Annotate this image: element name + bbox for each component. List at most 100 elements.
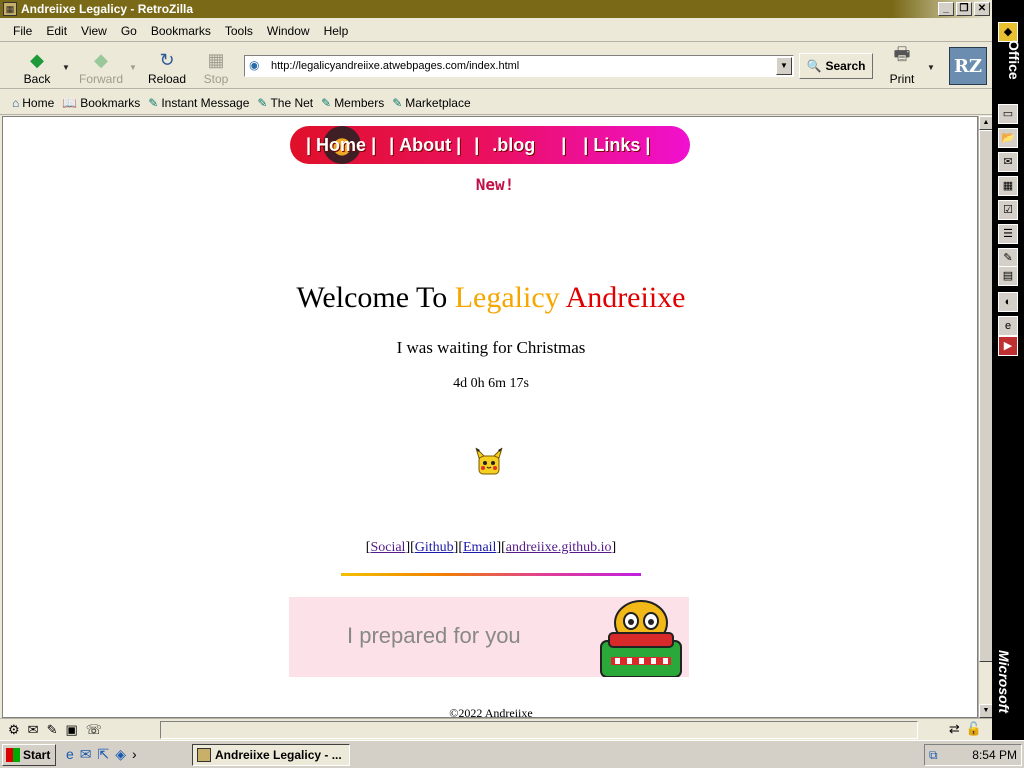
bookmark-members-label: Members [334, 95, 385, 110]
nav-home-link[interactable]: Home [316, 135, 366, 156]
scroll-thumb[interactable] [979, 130, 993, 662]
banner-text: I prepared for you [347, 623, 521, 648]
office-label: Office [1006, 40, 1022, 80]
search-button[interactable]: 🔍 Search [799, 53, 873, 79]
bookmark-icon: ✎ [392, 95, 403, 110]
online-status-icon[interactable]: ⇄ [949, 721, 960, 737]
bookmark-instant-message[interactable]: ✎ Instant Message [148, 96, 249, 110]
media-icon[interactable]: ▶ [998, 336, 1018, 356]
back-button[interactable]: ◆ Back [14, 46, 60, 86]
scroll-down-icon[interactable]: ▼ [979, 704, 993, 718]
bookmark-icon: ✎ [148, 95, 159, 110]
channels-icon[interactable]: ◈ [115, 746, 126, 763]
bookmark-home-label: Home [22, 95, 55, 110]
menu-file[interactable]: File [6, 24, 39, 38]
stop-button[interactable]: ▦ Stop [193, 46, 239, 86]
github-link[interactable]: Github [415, 540, 454, 555]
new-task-icon[interactable]: ☑ [998, 200, 1018, 220]
page-content: | Home | | About | | .blog | | Links | N… [2, 116, 978, 718]
security-lock-icon[interactable]: 🔓 [966, 721, 982, 737]
bookmarks-icon: 📖 [62, 95, 78, 110]
nav-links-link[interactable]: Links [593, 135, 640, 156]
christmas-banner[interactable]: I prepared for you [289, 597, 689, 677]
scroll-up-icon[interactable]: ▲ [979, 116, 993, 130]
url-dropdown-icon[interactable]: ▼ [776, 57, 792, 75]
welcome-text: Welcome To [296, 281, 448, 314]
reload-button[interactable]: ↻ Reload [144, 46, 190, 86]
address-book-icon[interactable]: ▣ [65, 722, 77, 738]
menu-go[interactable]: Go [114, 24, 144, 38]
menu-edit[interactable]: Edit [39, 24, 74, 38]
bookmark-instant-message-label: Instant Message [161, 95, 250, 110]
andreiixe-github-io-link[interactable]: andreiixe.github.io [506, 540, 612, 555]
search-label: Search [825, 59, 866, 73]
open-office-document-icon[interactable]: 📂 [998, 128, 1018, 148]
taskbar-window-button[interactable]: Andreiixe Legalicy - ... [192, 744, 350, 766]
new-badge: New! [475, 175, 515, 194]
bookmark-bookmarks-label: Bookmarks [80, 95, 141, 110]
bookmark-home[interactable]: ⌂ Home [12, 96, 54, 110]
quick-launch-more-icon[interactable]: › [132, 746, 137, 763]
menu-help[interactable]: Help [317, 24, 356, 38]
show-desktop-icon[interactable]: ⇱ [98, 746, 110, 763]
new-note-icon[interactable]: ▤ [998, 266, 1018, 286]
welcome-andreiixe: Andreiixe [565, 281, 686, 314]
navigator-icon[interactable]: ⚙ [8, 722, 20, 738]
bookmark-the-net-label: The Net [270, 95, 314, 110]
new-journal-icon[interactable]: ✎ [998, 248, 1018, 268]
christmas-countdown: 4d 0h 6m 17s [453, 376, 529, 391]
internet-explorer-icon[interactable]: e [66, 746, 74, 763]
app-icon [197, 748, 211, 762]
new-appointment-icon[interactable]: ▦ [998, 176, 1018, 196]
start-button[interactable]: Start [2, 744, 56, 766]
print-dropdown-icon[interactable]: ▼ [927, 63, 935, 72]
url-bar[interactable]: ◉ ▼ [244, 55, 794, 77]
minimize-button[interactable]: _ [938, 2, 954, 16]
new-office-document-icon[interactable]: ▭ [998, 104, 1018, 124]
social-link[interactable]: Social [370, 540, 405, 555]
url-input[interactable] [271, 60, 771, 72]
rainbow-divider [341, 573, 641, 576]
taskbar-window-label: Andreiixe Legalicy - ... [215, 748, 342, 762]
new-message-icon[interactable]: ✉ [998, 152, 1018, 172]
printer-icon: 🖶 [893, 44, 911, 64]
mail-icon[interactable]: ✉ [28, 722, 39, 738]
restore-button[interactable]: ❐ [956, 2, 972, 16]
menu-window[interactable]: Window [260, 24, 317, 38]
outlook-express-icon[interactable]: ✉ [80, 746, 92, 763]
nav-separator: | [389, 134, 395, 155]
bookmark-bookmarks[interactable]: 📖 Bookmarks [62, 96, 140, 110]
back-dropdown-icon[interactable]: ▼ [62, 63, 70, 72]
nav-separator: | [371, 134, 377, 155]
bookmark-icon: ✎ [321, 95, 332, 110]
print-button[interactable]: 🖶 Print [884, 44, 920, 86]
forward-button[interactable]: ◆ Forward [78, 46, 124, 86]
microsoft-label: Microsoft [996, 650, 1012, 713]
new-contact-icon[interactable]: ☰ [998, 224, 1018, 244]
status-bar: ⚙ ✉ ✎ ▣ ☏ ⇄ 🔓 [0, 718, 992, 740]
search-icon: 🔍 [806, 59, 822, 73]
office-logo-icon[interactable]: ◆ [998, 22, 1018, 42]
menu-bookmarks[interactable]: Bookmarks [144, 24, 218, 38]
email-link[interactable]: Email [463, 540, 496, 555]
retrozilla-logo[interactable]: RZ [949, 47, 987, 85]
nav-about-link[interactable]: About [399, 135, 451, 156]
menu-view[interactable]: View [74, 24, 114, 38]
vertical-scrollbar[interactable]: ▲ ▼ [978, 116, 993, 718]
bookmark-marketplace[interactable]: ✎ Marketplace [392, 96, 470, 110]
bookmark-the-net[interactable]: ✎ The Net [257, 96, 313, 110]
network-icon[interactable]: ⧉ [929, 748, 938, 763]
forward-dropdown-icon[interactable]: ▼ [129, 63, 137, 72]
bookmark-members[interactable]: ✎ Members [321, 96, 384, 110]
chat-icon[interactable]: ☏ [86, 722, 102, 738]
nav-blog-link[interactable]: .blog [492, 135, 535, 156]
internet-explorer-icon[interactable]: e [998, 316, 1018, 336]
aol-icon[interactable]: ◐ [998, 292, 1018, 312]
site-nav: | Home | | About | | .blog | | Links | [290, 126, 690, 164]
nav-separator: | [583, 134, 589, 155]
close-button[interactable]: ✕ [974, 2, 990, 16]
clock[interactable]: 8:54 PM [972, 748, 1017, 762]
menu-tools[interactable]: Tools [218, 24, 260, 38]
composer-icon[interactable]: ✎ [47, 722, 58, 738]
back-arrow-icon: ◆ [30, 50, 44, 70]
